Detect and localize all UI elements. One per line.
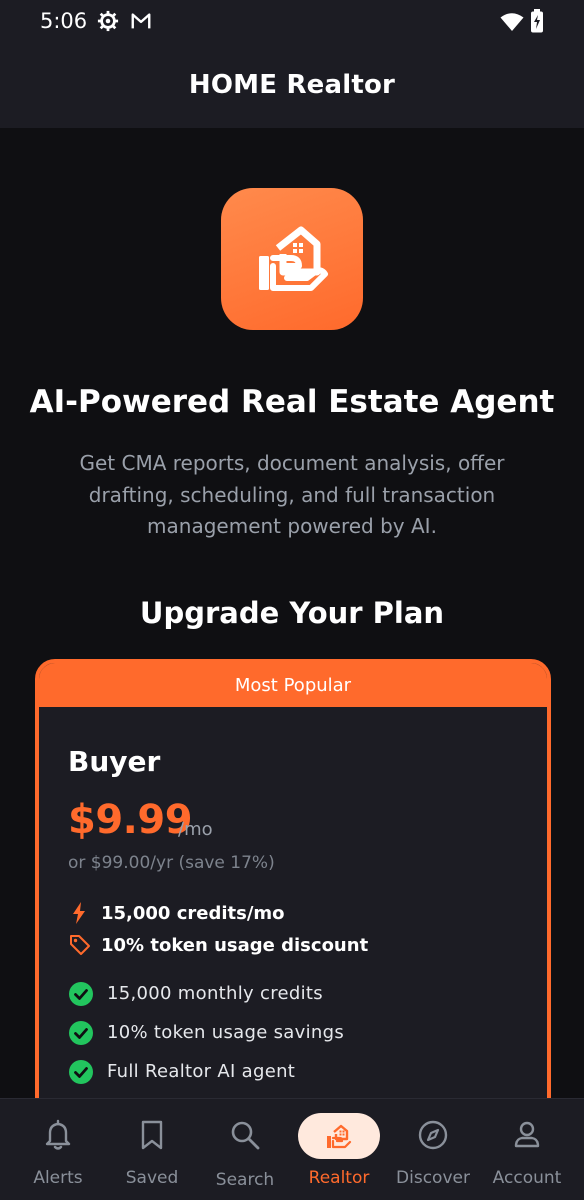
nav-item-discover[interactable]: Discover [386,1099,480,1200]
tag-icon [68,933,92,961]
feature-label: 15,000 monthly credits [107,983,323,1004]
highlight-label: 15,000 credits/mo [101,903,285,924]
check-circle-icon [68,1020,94,1050]
realtor-logo [221,188,363,330]
bookmark-icon [105,1119,199,1155]
nav-label: Discover [396,1168,470,1188]
nav-item-saved[interactable]: Saved [105,1099,199,1200]
bottom-navigation: Alerts Saved Search Realtor Discover Acc… [0,1098,584,1200]
battery-charging-icon [530,9,544,37]
hero-description: Get CMA reports, document analysis, offe… [79,451,505,538]
wifi-icon [500,12,524,36]
feature-label: 10% token usage savings [107,1022,344,1043]
nav-item-account[interactable]: Account [480,1099,574,1200]
nav-item-search[interactable]: Search [198,1099,292,1200]
search-icon [198,1119,292,1155]
feature-label: Full Realtor AI agent [107,1061,296,1082]
plans-section-title: Upgrade Your Plan [139,596,445,630]
most-popular-ribbon: Most Popular [39,663,547,707]
nav-label: Realtor [308,1168,370,1188]
plan-price-unit: /mo [178,819,213,840]
plan-name: Buyer [68,745,161,778]
compass-icon [386,1119,480,1155]
bell-icon [11,1119,105,1155]
app-title: HOME Realtor [188,70,396,100]
lightning-icon [68,901,90,929]
check-circle-icon [68,1059,94,1089]
nav-label: Alerts [33,1168,83,1188]
person-icon [480,1119,574,1155]
highlight-label: 10% token usage discount [101,935,369,956]
plan-annual-price: or $99.00/yr (save 17%) [68,853,275,873]
check-circle-icon [68,981,94,1011]
nav-item-realtor[interactable]: Realtor [292,1099,386,1200]
top-app-bar: 5:06 HOME Realtor [0,0,584,128]
hero-title: AI-Powered Real Estate Agent [29,384,555,420]
gmail-icon [130,10,152,36]
status-time: 5:06 [40,9,88,33]
nav-label: Account [492,1168,562,1188]
settings-gear-icon [97,10,119,36]
status-bar: 5:06 [0,0,584,44]
realtor-house-icon [292,1121,386,1157]
nav-item-alerts[interactable]: Alerts [11,1099,105,1200]
plan-price: $9.99 [68,797,193,843]
nav-label: Saved [125,1168,179,1188]
nav-label: Search [215,1170,275,1190]
